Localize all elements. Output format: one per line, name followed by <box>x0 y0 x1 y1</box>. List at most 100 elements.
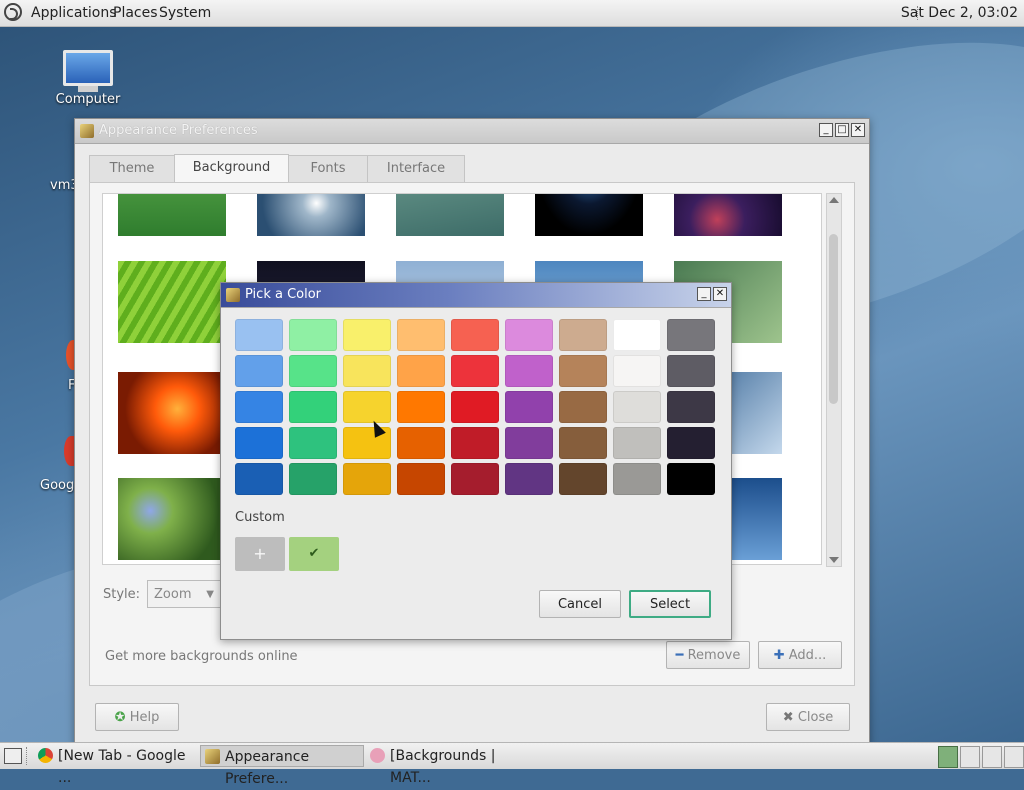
taskbar-item-chrome[interactable]: [New Tab - Google ... <box>34 745 198 786</box>
color-swatch[interactable] <box>613 319 661 351</box>
gallery-scrollbar[interactable] <box>826 193 842 567</box>
help-button[interactable]: ✪ Help <box>95 703 179 731</box>
color-swatch[interactable] <box>235 391 283 423</box>
tab-fonts[interactable]: Fonts <box>288 155 368 182</box>
desktop-icon-label: Computer <box>55 92 121 107</box>
color-swatch[interactable] <box>505 463 553 495</box>
color-swatch[interactable] <box>289 319 337 351</box>
wallpaper-thumbnail[interactable] <box>118 261 226 343</box>
menu-applications[interactable]: Applications <box>31 5 117 21</box>
color-swatch[interactable] <box>397 463 445 495</box>
window-titlebar[interactable]: Appearance Preferences _ □ ✕ <box>75 119 869 144</box>
select-button[interactable]: Select <box>629 590 711 618</box>
desktop-icon-computer[interactable]: Computer <box>52 50 124 107</box>
wallpaper-thumbnail[interactable] <box>535 194 643 236</box>
wallpaper-thumbnail[interactable] <box>396 194 504 236</box>
color-swatch[interactable] <box>397 391 445 423</box>
add-custom-color-button[interactable]: + <box>235 537 285 571</box>
color-swatch[interactable] <box>235 319 283 351</box>
desktop-icon-chrome[interactable]: Goog <box>40 478 76 493</box>
clock[interactable]: Sat Dec 2, 03:02 <box>901 5 1018 21</box>
color-swatch[interactable] <box>505 427 553 459</box>
color-swatch[interactable] <box>667 391 715 423</box>
workspace-3-icon[interactable] <box>982 746 1002 768</box>
taskbar-item-backgrounds[interactable]: [Backgrounds | MAT... <box>366 745 534 786</box>
color-swatch[interactable] <box>559 391 607 423</box>
dialog-close-button[interactable]: ✕ <box>713 287 727 301</box>
color-swatch[interactable] <box>289 463 337 495</box>
minimize-button[interactable]: _ <box>819 123 833 137</box>
color-swatch[interactable] <box>667 355 715 387</box>
wallpaper-thumbnail[interactable] <box>674 194 782 236</box>
taskbar-item-appearance[interactable]: Appearance Prefere... <box>200 745 364 787</box>
menu-system[interactable]: System <box>159 5 211 21</box>
remove-button[interactable]: ━ Remove <box>666 641 750 669</box>
desktop-icon-vm[interactable]: vm3 <box>50 178 79 193</box>
dialog-minimize-button[interactable]: _ <box>697 287 711 301</box>
plus-icon: ✚ <box>773 648 785 663</box>
color-swatch[interactable] <box>289 355 337 387</box>
close-window-button[interactable]: ✕ <box>851 123 865 137</box>
color-swatch[interactable] <box>343 391 391 423</box>
taskbar: [New Tab - Google ... Appearance Prefere… <box>0 742 1024 787</box>
add-button[interactable]: ✚ Add... <box>758 641 842 669</box>
color-swatch[interactable] <box>613 355 661 387</box>
style-dropdown[interactable]: Zoom ▼ <box>147 580 221 608</box>
color-swatch[interactable] <box>343 355 391 387</box>
color-swatch[interactable] <box>451 355 499 387</box>
color-swatch[interactable] <box>559 463 607 495</box>
color-swatch[interactable] <box>451 463 499 495</box>
maximize-button[interactable]: □ <box>835 123 849 137</box>
color-swatch[interactable] <box>667 463 715 495</box>
color-swatch[interactable] <box>667 427 715 459</box>
color-swatch[interactable] <box>235 427 283 459</box>
wallpaper-thumbnail[interactable] <box>118 372 226 454</box>
more-backgrounds-link[interactable]: Get more backgrounds online <box>105 649 298 664</box>
tab-interface[interactable]: Interface <box>367 155 465 182</box>
workspace-1-icon[interactable] <box>938 746 958 768</box>
color-swatch[interactable] <box>613 427 661 459</box>
workspace-2-icon[interactable] <box>960 746 980 768</box>
color-swatch[interactable] <box>667 319 715 351</box>
tab-background[interactable]: Background <box>174 154 289 183</box>
color-swatch[interactable] <box>505 355 553 387</box>
color-swatch[interactable] <box>559 355 607 387</box>
color-swatch[interactable] <box>289 427 337 459</box>
color-swatch[interactable] <box>613 463 661 495</box>
custom-color-swatch[interactable]: ✔ <box>289 537 339 571</box>
color-swatch[interactable] <box>613 391 661 423</box>
wallpaper-thumbnail[interactable] <box>118 478 226 560</box>
pick-a-color-dialog: Pick a Color _ ✕ Custom + ✔ Cancel Selec… <box>220 282 732 640</box>
color-swatch[interactable] <box>505 391 553 423</box>
tab-theme[interactable]: Theme <box>89 155 175 182</box>
color-swatch[interactable] <box>397 355 445 387</box>
color-swatch[interactable] <box>289 391 337 423</box>
color-swatch[interactable] <box>559 427 607 459</box>
scrollbar-thumb[interactable] <box>829 234 838 404</box>
color-swatch[interactable] <box>397 427 445 459</box>
color-swatch[interactable] <box>235 463 283 495</box>
chevron-down-icon: ▼ <box>206 589 214 600</box>
color-swatch[interactable] <box>343 319 391 351</box>
color-swatch[interactable] <box>451 391 499 423</box>
workspace-4-icon[interactable] <box>1004 746 1024 768</box>
distro-logo-icon[interactable] <box>4 3 22 21</box>
color-swatch[interactable] <box>343 463 391 495</box>
show-desktop-icon[interactable] <box>4 748 22 764</box>
top-panel: Applications Places System Sat Dec 2, 03… <box>0 0 1024 27</box>
color-swatch[interactable] <box>397 319 445 351</box>
cancel-button[interactable]: Cancel <box>539 590 621 618</box>
scroll-down-arrow-icon[interactable] <box>829 557 839 563</box>
color-swatch[interactable] <box>451 319 499 351</box>
color-swatch[interactable] <box>559 319 607 351</box>
close-button[interactable]: ✖ Close <box>766 703 850 731</box>
color-swatch[interactable] <box>235 355 283 387</box>
wallpaper-thumbnail[interactable] <box>118 194 226 236</box>
color-swatch[interactable] <box>451 427 499 459</box>
wallpaper-thumbnail[interactable] <box>257 194 365 236</box>
taskbar-item-label: [New Tab - Google ... <box>58 748 186 786</box>
menu-places[interactable]: Places <box>113 5 158 21</box>
dialog-titlebar[interactable]: Pick a Color _ ✕ <box>221 283 731 308</box>
color-swatch[interactable] <box>505 319 553 351</box>
scroll-up-arrow-icon[interactable] <box>829 197 839 203</box>
